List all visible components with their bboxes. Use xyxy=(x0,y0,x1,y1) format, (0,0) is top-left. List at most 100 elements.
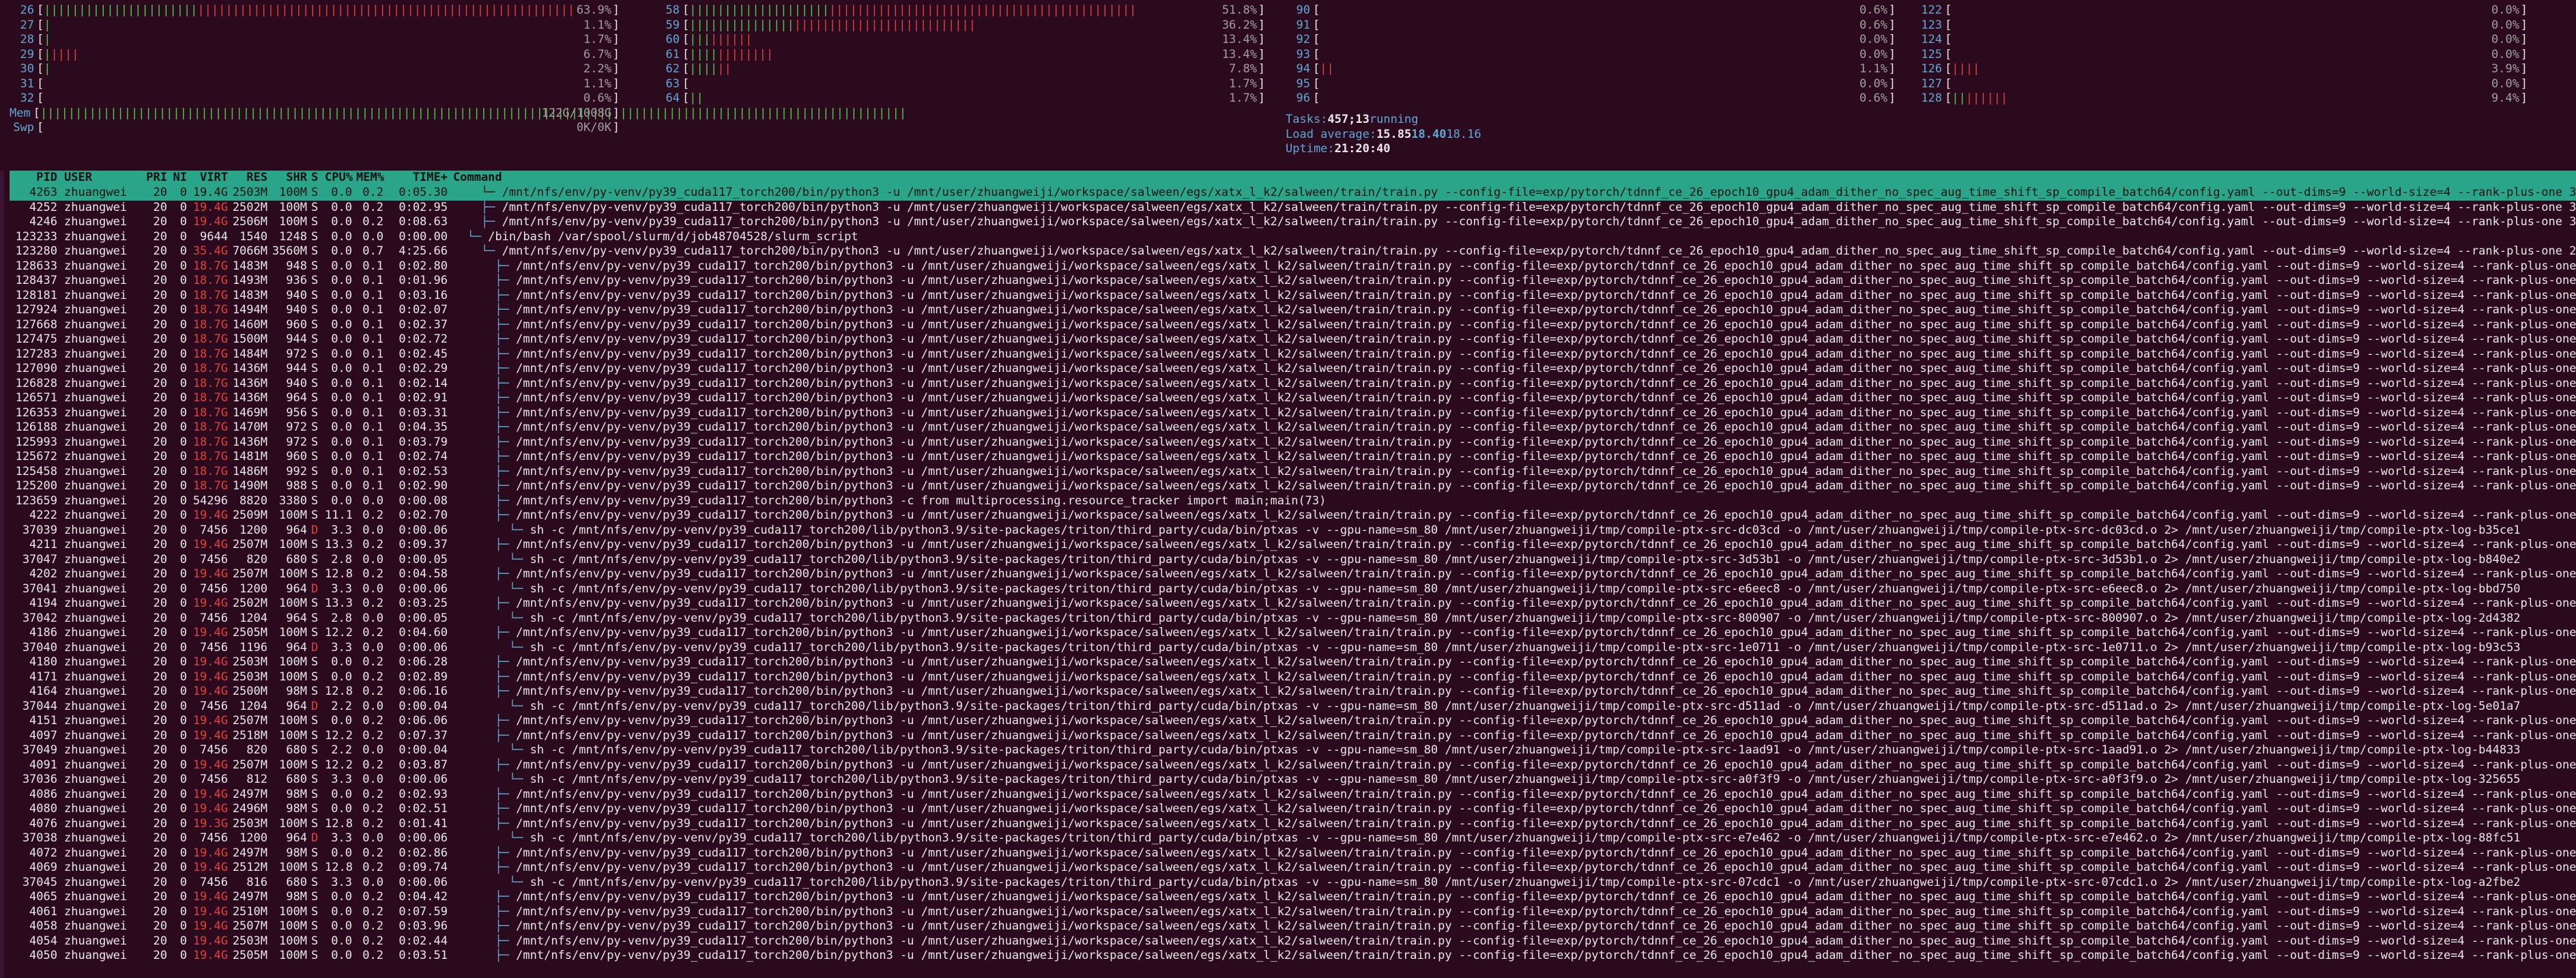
table-row[interactable]: 4211 zhuangwei 20 0 19.4G 2507M 100M S 13.3 0.2 0:… xyxy=(10,538,2576,553)
table-row[interactable]: 4202 zhuangwei 20 0 19.4G 2507M 100M S 12.8 0.2 0:… xyxy=(10,567,2576,582)
header-command[interactable]: Command xyxy=(453,171,502,186)
table-row[interactable]: 37039 zhuangwei 20 0 7456 1200 964 D 3.3 0.0 0:00.… xyxy=(10,523,2576,538)
meter-percent: 1.7% xyxy=(1229,76,1257,91)
table-row[interactable]: 128181 zhuangwei 20 0 18.7G 1483M 940 S 0.0 0.1 0:… xyxy=(10,289,2576,304)
table-row[interactable]: 4194 zhuangwei 20 0 19.4G 2502M 100M S 13.3 0.2 0:… xyxy=(10,596,2576,612)
tree-branch: ├─ xyxy=(453,655,509,669)
header-user[interactable]: USER xyxy=(64,171,153,186)
meter-bar-segment: |||||||||||||||||||| xyxy=(689,3,829,17)
table-row[interactable]: 4097 zhuangwei 20 0 19.4G 2518M 100M S 12.2 0.2 0:… xyxy=(10,729,2576,744)
cell-ni: 0 xyxy=(179,875,187,889)
table-row[interactable]: 126571 zhuangwei 20 0 18.7G 1436M 964 S 0.0 0.1 0:… xyxy=(10,391,2576,406)
table-row[interactable]: 37049 zhuangwei 20 0 7456 820 680 S 2.2 0.0 0:00.0… xyxy=(10,743,2576,758)
header-cpu[interactable]: CPU% xyxy=(325,171,353,186)
table-row[interactable]: 123233 zhuangwei 20 0 9644 1540 1248 S 0.0 0.0 0:0… xyxy=(10,230,2576,245)
table-row[interactable]: 128437 zhuangwei 20 0 18.7G 1493M 936 S 0.0 0.1 0:… xyxy=(10,274,2576,289)
table-row[interactable]: 4252 zhuangwei 20 0 19.4G 2502M 100M S 0.0 0.2 0:0… xyxy=(10,201,2576,216)
table-row[interactable]: 126188 zhuangwei 20 0 18.7G 1470M 972 S 0.0 0.1 0:… xyxy=(10,420,2576,435)
table-row[interactable]: 4246 zhuangwei 20 0 19.4G 2506M 100M S 0.0 0.2 0:0… xyxy=(10,215,2576,230)
header-res[interactable]: RES xyxy=(228,171,267,186)
cell-user: zhuangwei xyxy=(64,274,128,287)
table-row[interactable]: 127668 zhuangwei 20 0 18.7G 1460M 960 S 0.0 0.1 0:… xyxy=(10,318,2576,333)
header-ni[interactable]: NI xyxy=(168,171,187,186)
table-row-selected[interactable]: 4263 zhuangwei 20 0 19.4G 2503M 100M S 0.0 0.2 0:0… xyxy=(10,186,2576,201)
header-mem[interactable]: MEM% xyxy=(356,171,384,186)
table-row[interactable]: 4171 zhuangwei 20 0 19.4G 2503M 100M S 0.0 0.2 0:0… xyxy=(10,670,2576,685)
meter-bracket-close: ] xyxy=(2520,62,2528,76)
table-row[interactable]: 4072 zhuangwei 20 0 19.4G 2497M 98M S 0.0 0.2 0:02… xyxy=(10,846,2576,861)
header-pid[interactable]: PID xyxy=(10,171,57,186)
cell-command: ├─ /mnt/nfs/env/py-venv/py39_cuda117_tor… xyxy=(453,949,2576,964)
table-row[interactable]: 126353 zhuangwei 20 0 18.7G 1469M 956 S 0.0 0.1 0:… xyxy=(10,406,2576,421)
header-virt[interactable]: VIRT xyxy=(186,171,228,186)
table-row[interactable]: 4076 zhuangwei 20 0 19.3G 2503M 100M S 12.8 0.2 0:… xyxy=(10,817,2576,832)
tree-branch: ├─ xyxy=(453,861,509,874)
cell-res: 2500M xyxy=(232,685,267,698)
cell-command: ├─ /mnt/nfs/env/py-venv/py39_cuda117_tor… xyxy=(453,303,2576,318)
meter-bracket-open: [ xyxy=(33,106,40,120)
table-row[interactable]: 127090 zhuangwei 20 0 18.7G 1436M 944 S 0.0 0.1 0:… xyxy=(10,362,2576,377)
table-row[interactable]: 4054 zhuangwei 20 0 19.4G 2503M 100M S 0.0 0.2 0:0… xyxy=(10,934,2576,949)
meter-percent: 51.8% xyxy=(1221,3,1257,17)
table-row[interactable]: 4186 zhuangwei 20 0 19.4G 2505M 100M S 12.2 0.2 0:… xyxy=(10,626,2576,641)
tasks-line: Tasks: 457; 13 running xyxy=(1286,113,1481,128)
header-pri[interactable]: PRI xyxy=(143,171,167,186)
header-time[interactable]: TIME+ xyxy=(389,171,448,186)
table-row[interactable]: 4080 zhuangwei 20 0 19.4G 2496M 98M S 0.0 0.2 0:02… xyxy=(10,802,2576,817)
table-row[interactable]: 125993 zhuangwei 20 0 18.7G 1436M 972 S 0.0 0.1 0:… xyxy=(10,435,2576,450)
table-row[interactable]: 125458 zhuangwei 20 0 18.7G 1486M 992 S 0.0 0.1 0:… xyxy=(10,465,2576,480)
table-row[interactable]: 125200 zhuangwei 20 0 18.7G 1490M 988 S 0.0 0.1 0:… xyxy=(10,479,2576,494)
table-row[interactable]: 37036 zhuangwei 20 0 7456 812 680 S 3.3 0.0 0:00.0… xyxy=(10,773,2576,788)
table-row[interactable]: 4222 zhuangwei 20 0 19.4G 2509M 100M S 11.1 0.2 0:… xyxy=(10,508,2576,523)
cpu-meter: 62[|||||| 7.8%] xyxy=(655,62,1269,77)
cell-pid: 4186 xyxy=(29,626,57,639)
cell-mem: 0.1 xyxy=(362,420,383,434)
table-row[interactable]: 127475 zhuangwei 20 0 18.7G 1500M 944 S 0.0 0.1 0:… xyxy=(10,332,2576,347)
table-row[interactable]: 126828 zhuangwei 20 0 18.7G 1436M 940 S 0.0 0.1 0:… xyxy=(10,377,2576,392)
cell-virt: 54296 xyxy=(192,493,228,508)
table-row[interactable]: 37041 zhuangwei 20 0 7456 1200 964 D 3.3 0.0 0:00.… xyxy=(10,582,2576,597)
table-row[interactable]: 37042 zhuangwei 20 0 7456 1204 964 S 2.8 0.0 0:00.… xyxy=(10,612,2576,627)
cell-s: S xyxy=(311,405,319,420)
table-row[interactable]: 4050 zhuangwei 20 0 19.4G 2505M 100M S 0.0 0.2 0:0… xyxy=(10,949,2576,964)
table-row[interactable]: 127283 zhuangwei 20 0 18.7G 1484M 972 S 0.0 0.1 0:… xyxy=(10,347,2576,362)
cell-user: zhuangwei xyxy=(64,450,128,463)
cell-user: zhuangwei xyxy=(64,405,128,420)
cell-ni: 0 xyxy=(179,420,187,434)
command-text: /mnt/nfs/env/py-venv/py39_cuda117_torch2… xyxy=(516,464,2576,478)
table-row[interactable]: 4151 zhuangwei 20 0 19.4G 2507M 100M S 0.0 0.2 0:0… xyxy=(10,714,2576,729)
table-row[interactable]: 37038 zhuangwei 20 0 7456 1200 964 D 3.3 0.0 0:00.… xyxy=(10,831,2576,846)
table-row[interactable]: 4180 zhuangwei 20 0 19.4G 2503M 100M S 0.0 0.2 0:0… xyxy=(10,655,2576,670)
table-row[interactable]: 4058 zhuangwei 20 0 19.4G 2507M 100M S 0.0 0.2 0:0… xyxy=(10,919,2576,934)
table-row[interactable]: 4069 zhuangwei 20 0 19.4G 2512M 100M S 12.8 0.2 0:… xyxy=(10,861,2576,876)
table-row[interactable]: 37047 zhuangwei 20 0 7456 820 680 S 2.8 0.0 0:00.0… xyxy=(10,553,2576,568)
cell-pri: 20 xyxy=(153,787,167,801)
table-row[interactable]: 4061 zhuangwei 20 0 19.4G 2510M 100M S 0.0 0.2 0:0… xyxy=(10,905,2576,920)
cell-command: ├─ /mnt/nfs/env/py-venv/py39_cuda117_tor… xyxy=(453,729,2576,744)
meter-bar: |||||||||||| xyxy=(689,48,773,63)
cell-s: S xyxy=(311,861,319,874)
cell-res: 2503M xyxy=(232,655,267,669)
cell-shr: 956 xyxy=(286,405,307,420)
table-row[interactable]: 127924 zhuangwei 20 0 18.7G 1494M 940 S 0.0 0.1 0:… xyxy=(10,303,2576,318)
cell-virt: 18.7G xyxy=(192,332,228,346)
cell-pid: 4061 xyxy=(29,904,57,919)
table-row[interactable]: 4086 zhuangwei 20 0 19.4G 2497M 98M S 0.0 0.2 0:02… xyxy=(10,788,2576,803)
cell-res: 1484M xyxy=(232,347,267,361)
meter-bracket-close: ] xyxy=(2520,47,2528,61)
table-row[interactable]: 125672 zhuangwei 20 0 18.7G 1481M 960 S 0.0 0.1 0:… xyxy=(10,450,2576,465)
header-state[interactable]: S xyxy=(311,171,321,186)
table-row[interactable]: 37044 zhuangwei 20 0 7456 1204 964 D 2.2 0.0 0:00.… xyxy=(10,700,2576,715)
header-shr[interactable]: SHR xyxy=(270,171,307,186)
table-row[interactable]: 4065 zhuangwei 20 0 19.4G 2497M 98M S 0.0 0.2 0:04… xyxy=(10,890,2576,905)
table-row[interactable]: 128633 zhuangwei 20 0 18.7G 1483M 948 S 0.0 0.1 0:… xyxy=(10,259,2576,274)
table-row[interactable]: 123659 zhuangwei 20 0 54296 8820 3380 S 0.0 0.0 0:… xyxy=(10,494,2576,509)
table-row[interactable]: 123280 zhuangwei 20 0 35.4G 7066M 3560M S 0.0 0.7… xyxy=(10,244,2576,259)
table-row[interactable]: 37045 zhuangwei 20 0 7456 816 680 S 3.3 0.0 0:00.0… xyxy=(10,876,2576,891)
cell-cpu: 0.0 xyxy=(331,934,352,948)
table-row[interactable]: 4091 zhuangwei 20 0 19.4G 2507M 100M S 12.2 0.2 0:… xyxy=(10,758,2576,773)
table-row[interactable]: 37040 zhuangwei 20 0 7456 1196 964 D 3.3 0.0 0:00.… xyxy=(10,641,2576,656)
command-text: /mnt/nfs/env/py-venv/py39_cuda117_torch2… xyxy=(516,787,2576,801)
left-scrollbar[interactable] xyxy=(0,171,4,978)
table-row[interactable]: 4164 zhuangwei 20 0 19.4G 2500M 98M S 12.8 0.2 0:0… xyxy=(10,685,2576,700)
